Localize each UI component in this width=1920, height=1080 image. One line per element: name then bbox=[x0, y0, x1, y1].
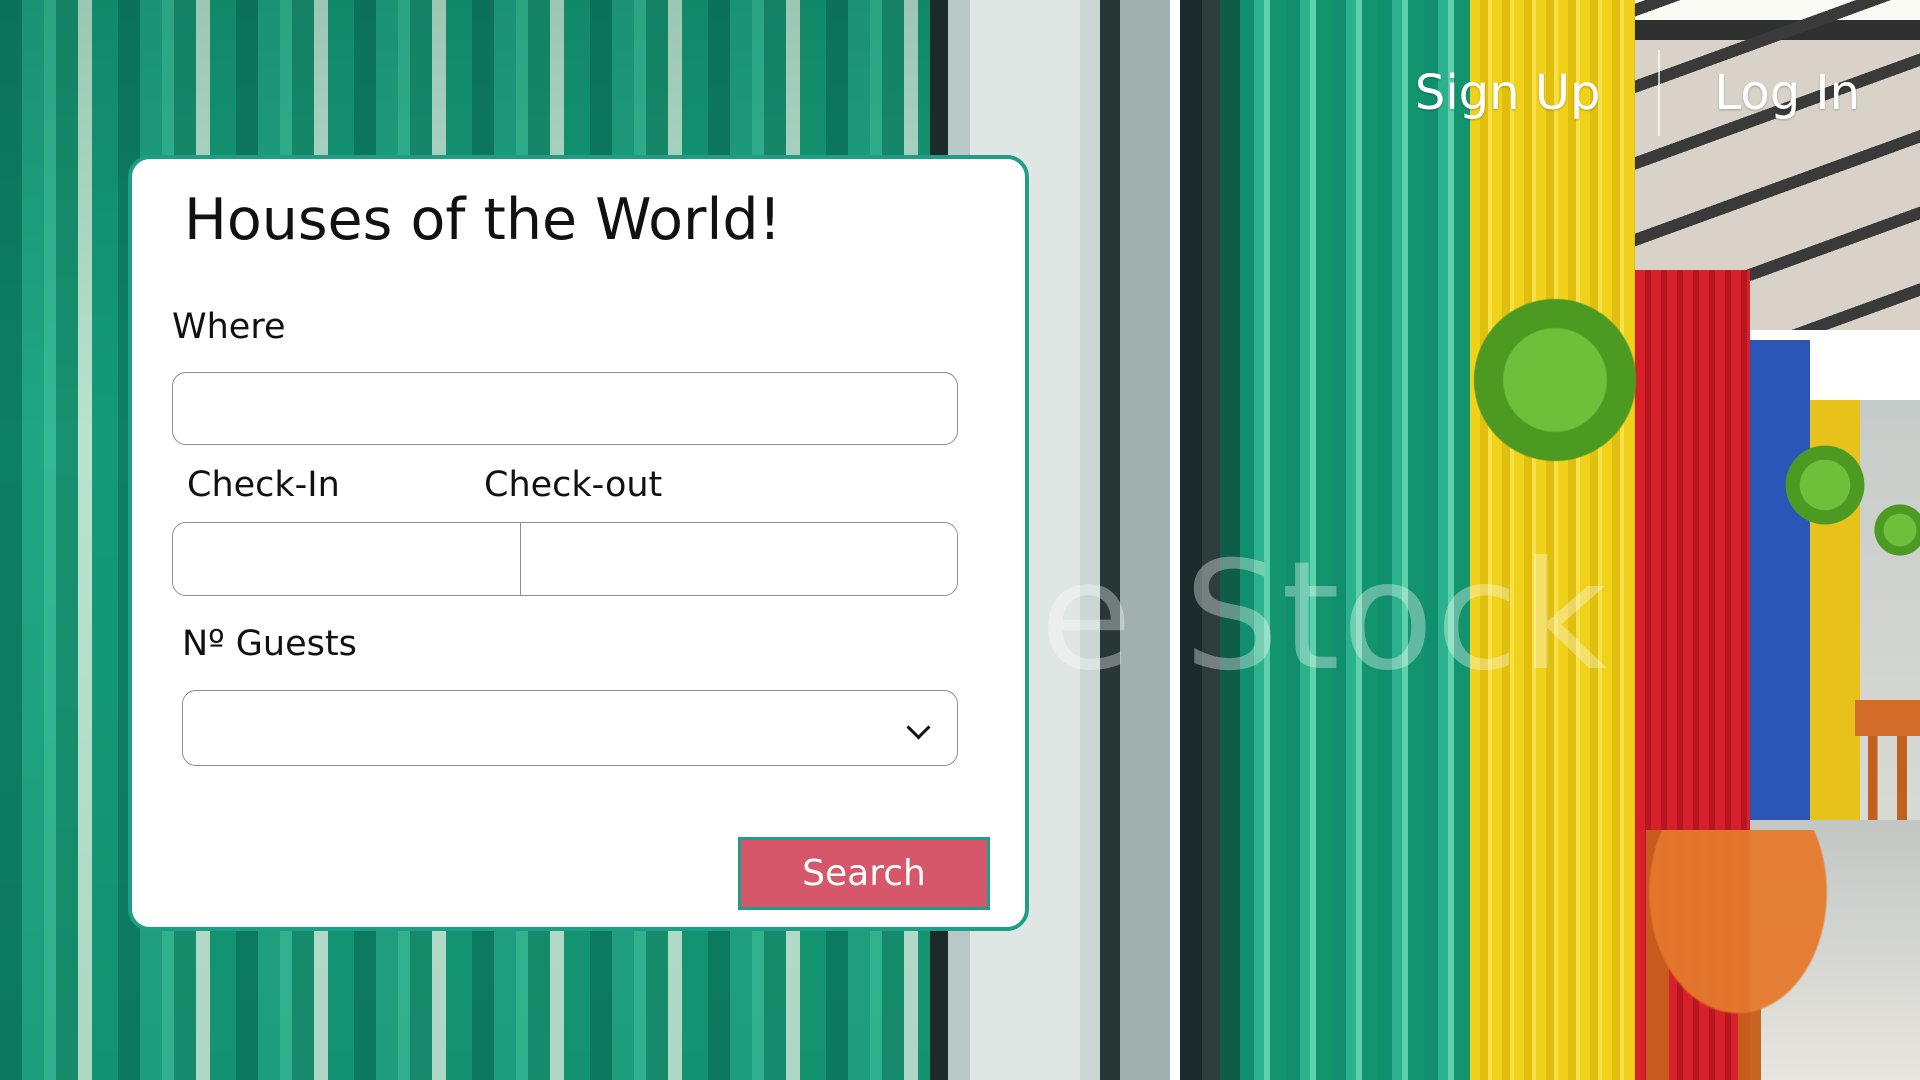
checkin-input[interactable] bbox=[173, 523, 521, 595]
where-input[interactable] bbox=[172, 372, 958, 445]
search-button[interactable]: Search bbox=[738, 837, 990, 910]
chevron-down-icon bbox=[906, 715, 931, 740]
search-card: Houses of the World! Where Check-In Chec… bbox=[128, 155, 1029, 931]
guests-label: Nº Guests bbox=[182, 624, 357, 664]
hanging-plant bbox=[1770, 440, 1880, 530]
sign-up-link[interactable]: Sign Up bbox=[1415, 65, 1601, 121]
wooden-stool bbox=[1600, 830, 1830, 1080]
top-nav: Sign Up Log In bbox=[1415, 50, 1860, 136]
watermark: e Stock bbox=[1040, 530, 1610, 704]
nav-divider bbox=[1658, 50, 1661, 136]
log-in-link[interactable]: Log In bbox=[1714, 65, 1860, 121]
guests-select[interactable] bbox=[182, 690, 958, 766]
where-label: Where bbox=[172, 307, 286, 347]
date-range-field bbox=[172, 522, 958, 596]
checkout-label: Check-out bbox=[484, 465, 663, 505]
page-title: Houses of the World! bbox=[184, 187, 782, 253]
checkout-input[interactable] bbox=[521, 523, 957, 595]
hanging-plant bbox=[1440, 290, 1670, 470]
wooden-stool bbox=[1855, 700, 1920, 820]
checkin-label: Check-In bbox=[187, 465, 340, 505]
